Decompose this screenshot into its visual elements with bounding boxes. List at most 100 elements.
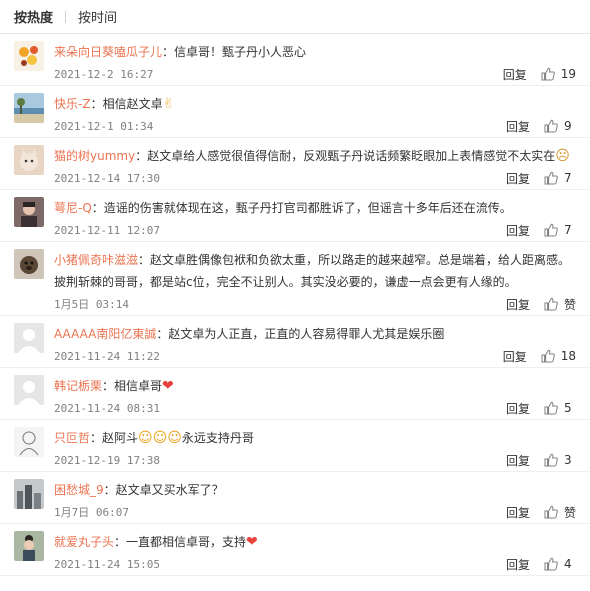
reply-button[interactable]: 回复 [506, 452, 530, 469]
tab-divider [65, 10, 67, 23]
thumbs-up-icon [544, 171, 558, 185]
comment-timestamp: 2021-12-19 17:38 [54, 453, 160, 467]
comment-meta: 2021-12-11 12:07 回复 7 [54, 219, 576, 241]
comment-item: 小猪佩奇咔滋滋：赵文卓胜偶像包袱和负欲太重，所以路走的越来越窄。总是端着，给人距… [0, 242, 590, 316]
comment-text-line: 来朵向日葵嗑瓜子儿：信卓哥！甄子丹小人恶心 [54, 41, 576, 63]
reply-button[interactable]: 回复 [503, 66, 527, 83]
heart-emoji-icon: ❤ [162, 378, 174, 394]
comment-meta: 2021-11-24 08:31 回复 5 [54, 397, 576, 419]
username-link[interactable]: 快乐-Z [54, 97, 91, 111]
avatar[interactable] [14, 41, 44, 71]
thumbs-up-icon [544, 297, 558, 311]
comment-text-line: 韩记栃栗：相信卓哥❤ [54, 375, 576, 397]
reply-button[interactable]: 回复 [506, 170, 530, 187]
like-button[interactable]: 5 [544, 401, 576, 415]
comment-text: 赵文卓为人正直，正直的人容易得罪人尤其是娱乐圈 [168, 327, 445, 341]
avatar[interactable] [14, 531, 44, 561]
like-count: 19 [560, 67, 576, 81]
reply-button[interactable]: 回复 [506, 296, 530, 313]
cat-emoji-icon: ☹ [555, 148, 570, 164]
username-link[interactable]: 就爱丸子头 [54, 535, 114, 549]
comment-timestamp: 2021-12-14 17:30 [54, 171, 160, 185]
like-button[interactable]: 7 [544, 223, 576, 237]
like-button[interactable]: 18 [541, 349, 576, 363]
comment-text: 相信赵文卓 [102, 97, 163, 111]
comment-text: 造谣的伤害就体现在这，甄子丹打官司都胜诉了，但谣言十多年后还在流传。 [103, 201, 512, 215]
username-link[interactable]: 小猪佩奇咔滋滋 [54, 253, 138, 267]
thumbs-up-icon [544, 557, 558, 571]
comment-text-line: 小猪佩奇咔滋滋：赵文卓胜偶像包袱和负欲太重，所以路走的越来越窄。总是端着，给人距… [54, 249, 576, 293]
tab-by-hot[interactable]: 按热度 [14, 7, 53, 26]
comment-item: 猫的树yummy：赵文卓给人感觉很值得信耐，反观甄子丹说话频繁眨眼加上表情感觉不… [0, 138, 590, 190]
like-count: 9 [564, 119, 572, 133]
comment-timestamp: 2021-12-1 01:34 [54, 119, 154, 133]
like-count: 7 [564, 171, 572, 185]
like-button[interactable]: 赞 [544, 504, 576, 521]
separator-colon: ： [90, 431, 103, 445]
username-link[interactable]: 来朵向日葵嗑瓜子儿 [54, 45, 162, 59]
comment-timestamp: 2021-11-24 11:22 [54, 349, 160, 363]
like-count: 4 [564, 557, 572, 571]
avatar[interactable] [14, 375, 44, 405]
like-count: 5 [564, 401, 572, 415]
avatar[interactable] [14, 197, 44, 227]
avatar[interactable] [14, 323, 44, 353]
reply-button[interactable]: 回复 [506, 556, 530, 573]
like-button[interactable]: 3 [544, 453, 576, 467]
comment-text: 赵阿斗 [102, 431, 139, 445]
tab-by-time[interactable]: 按时间 [78, 7, 117, 26]
like-button[interactable]: 7 [544, 171, 576, 185]
like-count: 7 [564, 223, 572, 237]
reply-button[interactable]: 回复 [506, 504, 530, 521]
comment-text: 赵文卓给人感觉很值得信耐，反观甄子丹说话频繁眨眼加上表情感觉不太实在 [147, 149, 556, 163]
thumbs-up-icon [544, 401, 558, 415]
thumbs-up-icon [544, 453, 558, 467]
comment-text-line: 快乐-Z：相信赵文卓✌ [54, 93, 576, 115]
like-button[interactable]: 9 [544, 119, 576, 133]
separator-colon: ： [91, 201, 104, 215]
heart-emoji-icon: ❤ [246, 534, 258, 550]
like-button[interactable]: 赞 [544, 296, 576, 313]
avatar[interactable] [14, 479, 44, 509]
thumbs-up-icon [541, 67, 555, 81]
comment-timestamp: 2021-12-11 12:07 [54, 223, 160, 237]
like-button[interactable]: 4 [544, 557, 576, 571]
reply-button[interactable]: 回复 [506, 400, 530, 417]
like-button[interactable]: 19 [541, 67, 576, 81]
comment-item: 只叵哲：赵阿斗☺☺☺永远支持丹哥 2021-12-19 17:38 回复 3 [0, 420, 590, 472]
separator-colon: ： [114, 535, 127, 549]
comment-meta: 2021-12-19 17:38 回复 3 [54, 449, 576, 471]
reply-button[interactable]: 回复 [506, 222, 530, 239]
username-link[interactable]: 只叵哲 [54, 431, 90, 445]
separator-colon: ： [156, 327, 169, 341]
avatar[interactable] [14, 93, 44, 123]
separator-colon: ： [162, 45, 175, 59]
avatar[interactable] [14, 427, 44, 457]
thumbs-up-icon [544, 505, 558, 519]
comment-timestamp: 2021-11-24 08:31 [54, 401, 160, 415]
like-count: 赞 [563, 297, 576, 312]
victory-hand-emoji-icon: ✌ [162, 96, 175, 112]
comment-meta: 2021-12-14 17:30 回复 7 [54, 167, 576, 189]
comment-text-line: 就爱丸子头：一直都相信卓哥，支持❤ [54, 531, 576, 553]
comment-timestamp: 1月5日 03:14 [54, 298, 129, 311]
separator-colon: ： [102, 379, 115, 393]
comment-item: 困愁城_9：赵文卓又买水军了？ 1月7日 06:07 回复 赞 [0, 472, 590, 524]
avatar[interactable] [14, 145, 44, 175]
avatar[interactable] [14, 249, 44, 279]
username-link[interactable]: AAAAA南阳亿東誠 [54, 327, 156, 341]
username-link[interactable]: 困愁城_9 [54, 483, 104, 497]
reply-button[interactable]: 回复 [503, 348, 527, 365]
thumbs-up-icon [544, 119, 558, 133]
username-link[interactable]: 萼尼-Q [54, 201, 92, 215]
comment-item: 就爱丸子头：一直都相信卓哥，支持❤ 2021-11-24 15:05 回复 4 [0, 524, 590, 576]
comment-item: 萼尼-Q：造谣的伤害就体现在这，甄子丹打官司都胜诉了，但谣言十多年后还在流传。 2… [0, 190, 590, 242]
username-link[interactable]: 猫的树yummy [54, 149, 135, 163]
comment-item: 韩记栃栗：相信卓哥❤ 2021-11-24 08:31 回复 5 [0, 368, 590, 420]
thumbs-up-icon [541, 349, 555, 363]
thumbs-up-icon [544, 223, 558, 237]
username-link[interactable]: 韩记栃栗 [54, 379, 102, 393]
separator-colon: ： [103, 483, 116, 497]
reply-button[interactable]: 回复 [506, 118, 530, 135]
separator-colon: ： [90, 97, 103, 111]
